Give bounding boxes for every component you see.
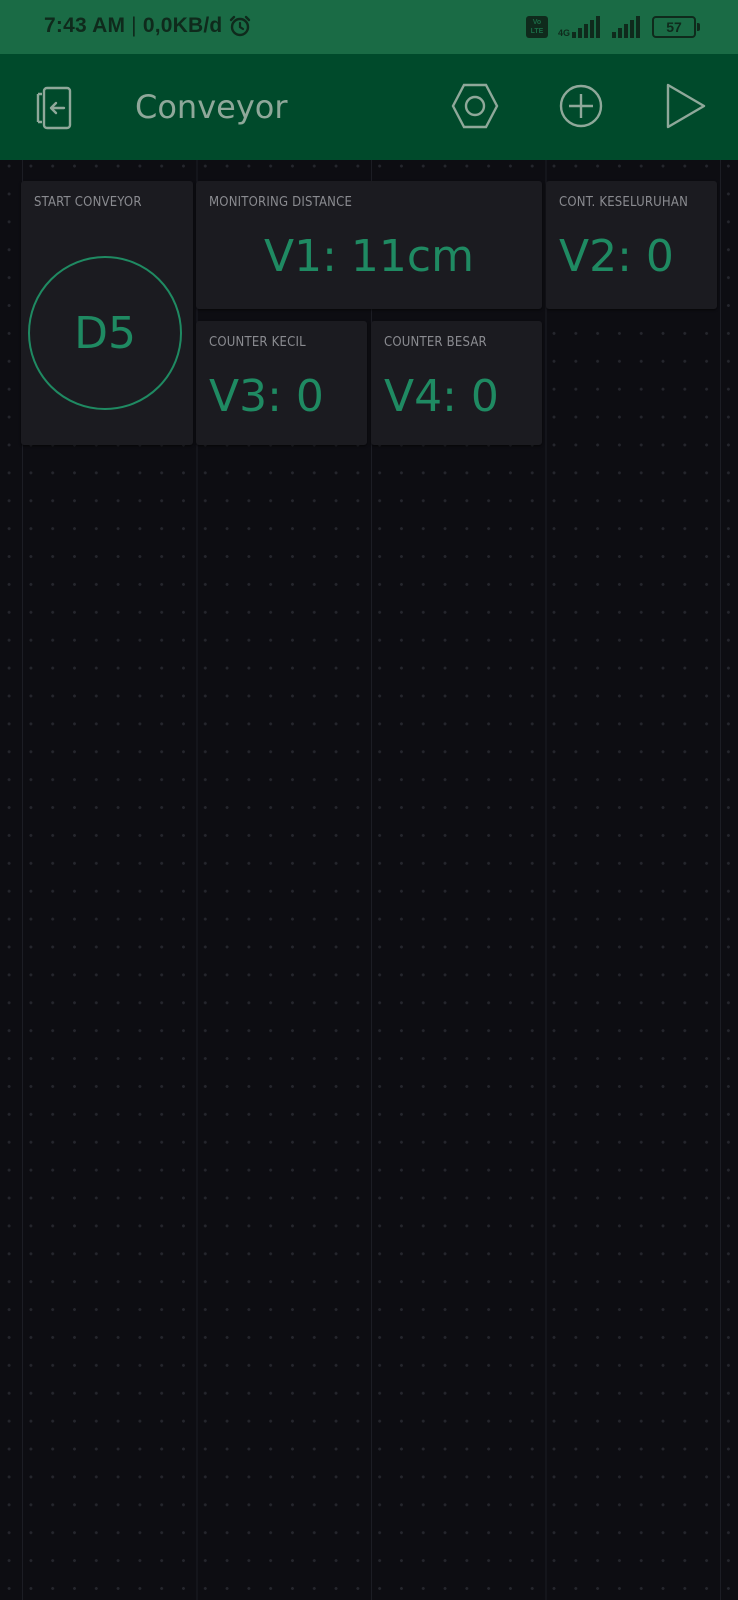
- status-time-group: 7:43 AM | 0,0KB/d: [44, 14, 252, 38]
- status-indicators: Vo LTE 4G 57: [525, 16, 700, 38]
- small-count-value: V3: 0: [209, 371, 324, 422]
- dashboard-canvas[interactable]: START CONVEYOR D5 MONITORING DISTANCE V1…: [0, 160, 738, 1600]
- network-type: 4G: [557, 28, 570, 38]
- widget-label: COUNTER BESAR: [384, 335, 487, 350]
- total-count-value: V2: 0: [559, 231, 674, 282]
- start-conveyor-button[interactable]: D5: [28, 256, 182, 410]
- play-icon[interactable]: [662, 81, 712, 131]
- signal-bars-icon: [572, 16, 600, 38]
- add-icon[interactable]: [556, 81, 606, 131]
- widget-counter-kecil[interactable]: COUNTER KECIL V3: 0: [196, 321, 367, 445]
- distance-value: V1: 11cm: [264, 231, 474, 282]
- status-time: 7:43 AM: [44, 14, 126, 37]
- widget-label: COUNTER KECIL: [209, 335, 306, 350]
- signal-strength-4g: 4G: [558, 16, 602, 38]
- widget-cont-keseluruhan[interactable]: CONT. KESELURUHAN V2: 0: [546, 181, 717, 309]
- status-separator: |: [131, 14, 137, 37]
- widget-label: MONITORING DISTANCE: [209, 195, 353, 210]
- signal-bars-sim2-icon: [612, 16, 640, 38]
- app-bar: Conveyor: [0, 54, 738, 160]
- volte-icon: Vo LTE: [525, 16, 548, 38]
- large-count-value: V4: 0: [384, 371, 499, 422]
- status-data-rate: 0,0KB/d: [142, 14, 223, 37]
- battery-icon: 57: [652, 16, 700, 38]
- widget-counter-besar[interactable]: COUNTER BESAR V4: 0: [371, 321, 542, 445]
- status-bar: 7:43 AM | 0,0KB/d Vo LTE 4G 57: [0, 0, 738, 54]
- widget-label: START CONVEYOR: [34, 195, 142, 210]
- widget-start-conveyor[interactable]: START CONVEYOR D5: [21, 181, 193, 445]
- exit-icon[interactable]: [30, 84, 78, 132]
- widget-label: CONT. KESELURUHAN: [559, 195, 689, 210]
- widget-monitoring-distance[interactable]: MONITORING DISTANCE V1: 11cm: [196, 181, 542, 309]
- settings-hexagon-icon[interactable]: [450, 81, 500, 131]
- alarm-icon: [230, 15, 251, 37]
- page-title: Conveyor: [135, 88, 288, 126]
